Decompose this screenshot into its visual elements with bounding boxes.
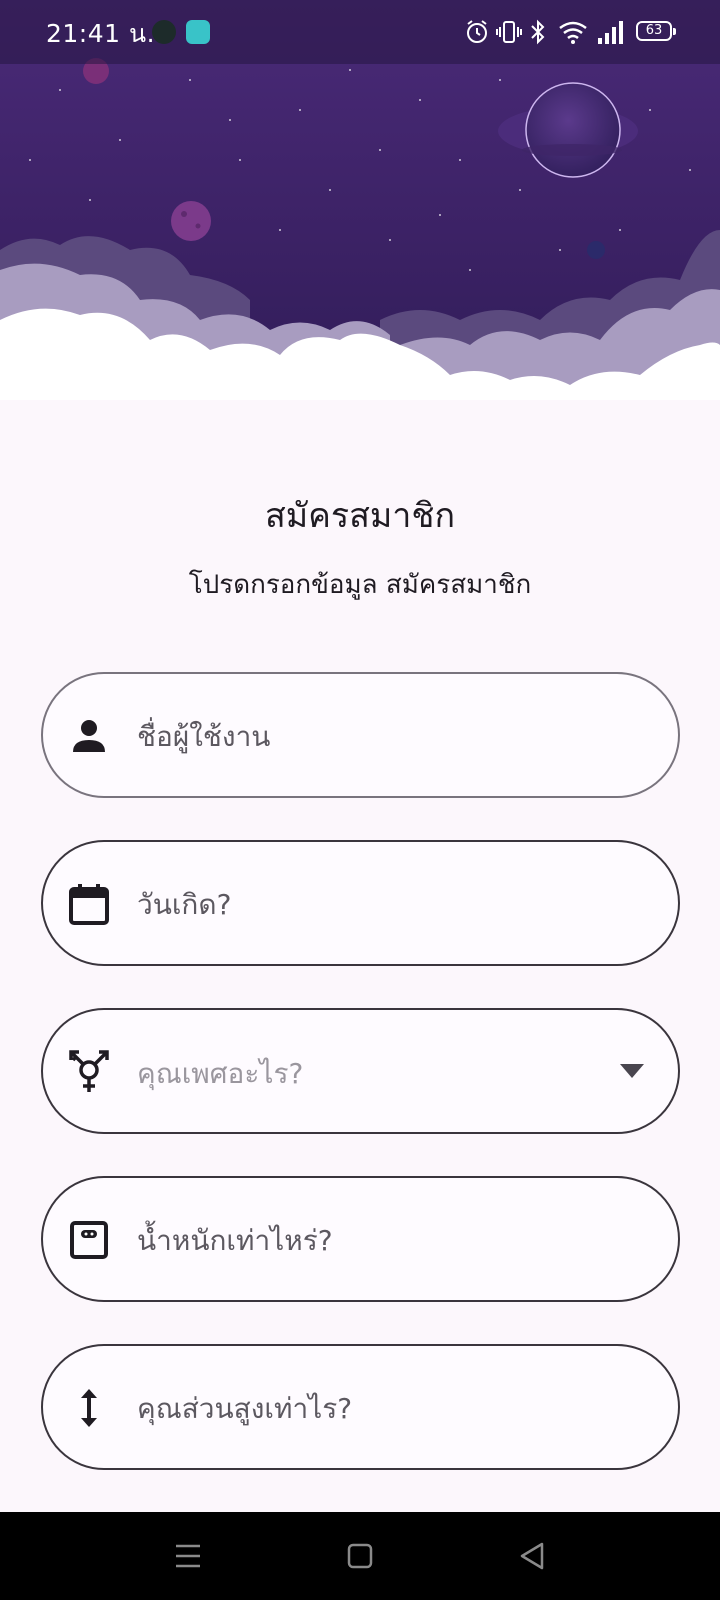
back-icon[interactable]: [516, 1540, 548, 1572]
chat-app-icon: [186, 20, 210, 44]
signal-icon: [598, 21, 623, 44]
person-icon: [73, 720, 105, 752]
page-title: สมัครสมาชิก: [264, 496, 456, 536]
calendar-icon: [69, 884, 109, 925]
signup-screen: 21:41 น. 63 สมัครสมาชิก โปรดกรอกข้อมูล ส…: [0, 0, 720, 1600]
header-illustration: [0, 0, 720, 440]
height-input[interactable]: [137, 1380, 607, 1436]
page-subtitle: โปรดกรอกข้อมูล สมัครสมาชิก: [188, 570, 532, 600]
navigation-bar: [0, 1512, 720, 1600]
alarm-icon: [467, 20, 487, 43]
bluetooth-icon: [531, 19, 545, 45]
battery-icon: 63: [636, 21, 676, 41]
status-bar: 21:41 น. 63: [0, 0, 720, 64]
weight-field[interactable]: [41, 1176, 680, 1302]
transgender-icon: [69, 1050, 109, 1092]
scale-icon: [70, 1221, 108, 1259]
username-input[interactable]: [137, 708, 607, 764]
gender-dropdown[interactable]: คุณเพศอะไร?: [41, 1008, 680, 1134]
username-field[interactable]: [41, 672, 680, 798]
height-arrows-icon: [81, 1389, 97, 1427]
vibrate-icon: [496, 21, 522, 43]
height-field[interactable]: [41, 1344, 680, 1470]
home-icon[interactable]: [344, 1540, 376, 1572]
gender-select-value[interactable]: คุณเพศอะไร?: [137, 1052, 577, 1096]
shield-app-icon: [152, 20, 176, 44]
caret-down-icon[interactable]: [620, 1064, 644, 1078]
wifi-icon: [559, 21, 587, 44]
night-sky-clouds-illustration: [0, 0, 720, 440]
birthday-field[interactable]: [41, 840, 680, 966]
recent-apps-icon[interactable]: [172, 1540, 204, 1572]
status-time: 21:41 น.: [46, 19, 156, 48]
weight-input[interactable]: [137, 1212, 607, 1268]
birthday-input[interactable]: [137, 876, 607, 932]
